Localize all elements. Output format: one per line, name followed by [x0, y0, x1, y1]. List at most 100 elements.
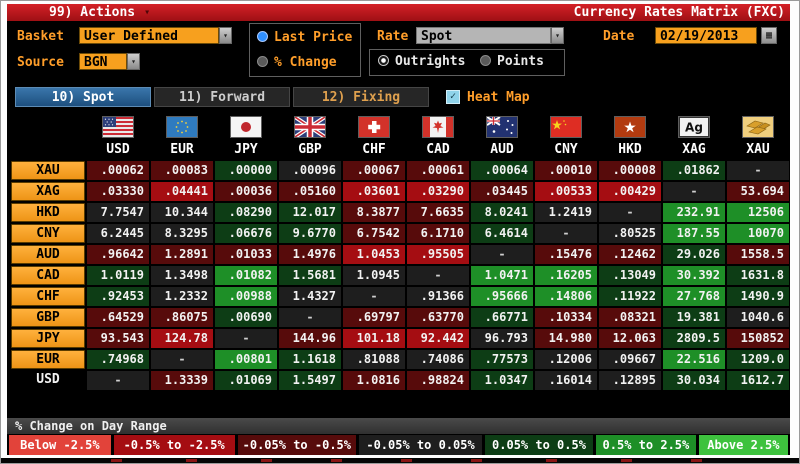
cell-chf-cad[interactable]: .91366 [407, 287, 469, 306]
cell-xag-usd[interactable]: .03330 [87, 182, 149, 201]
row-label-jpy[interactable]: JPY [11, 329, 85, 348]
cell-eur-gbp[interactable]: 1.1618 [279, 350, 341, 369]
cell-xau-gbp[interactable]: .00096 [279, 161, 341, 180]
calendar-icon[interactable]: ▦ [761, 27, 777, 44]
cell-xag-cad[interactable]: .03290 [407, 182, 469, 201]
cell-aud-hkd[interactable]: .12462 [599, 245, 661, 264]
cell-cad-chf[interactable]: 1.0945 [343, 266, 405, 285]
cell-hkd-jpy[interactable]: .08290 [215, 203, 277, 222]
cell-jpy-cad[interactable]: 92.442 [407, 329, 469, 348]
cell-aud-cny[interactable]: .15476 [535, 245, 597, 264]
cell-cad-xau[interactable]: 1631.8 [727, 266, 789, 285]
cell-aud-xau[interactable]: 1558.5 [727, 245, 789, 264]
cell-jpy-xag[interactable]: 2809.5 [663, 329, 725, 348]
cell-xau-cny[interactable]: .00010 [535, 161, 597, 180]
cell-xau-jpy[interactable]: .00000 [215, 161, 277, 180]
cell-xag-chf[interactable]: .03601 [343, 182, 405, 201]
cell-cad-cad[interactable]: - [407, 266, 469, 285]
cell-aud-aud[interactable]: - [471, 245, 533, 264]
cell-jpy-xau[interactable]: 150852 [727, 329, 789, 348]
cell-xau-aud[interactable]: .00064 [471, 161, 533, 180]
cell-cad-eur[interactable]: 1.3498 [151, 266, 213, 285]
cell-jpy-chf[interactable]: 101.18 [343, 329, 405, 348]
cell-cny-eur[interactable]: 8.3295 [151, 224, 213, 243]
cell-cad-hkd[interactable]: .13049 [599, 266, 661, 285]
cell-aud-jpy[interactable]: .01033 [215, 245, 277, 264]
rate-select[interactable]: Spot [416, 27, 551, 44]
cell-cny-aud[interactable]: 6.4614 [471, 224, 533, 243]
cell-cny-chf[interactable]: 6.7542 [343, 224, 405, 243]
cell-xag-xau[interactable]: 53.694 [727, 182, 789, 201]
cell-chf-aud[interactable]: .95666 [471, 287, 533, 306]
cell-eur-eur[interactable]: - [151, 350, 213, 369]
cell-cny-gbp[interactable]: 9.6770 [279, 224, 341, 243]
cell-usd-cny[interactable]: .16014 [535, 371, 597, 390]
cell-xag-eur[interactable]: .04441 [151, 182, 213, 201]
rate-dropdown-icon[interactable]: ▾ [551, 27, 564, 44]
cell-gbp-hkd[interactable]: .08321 [599, 308, 661, 327]
cell-chf-xag[interactable]: 27.768 [663, 287, 725, 306]
cell-hkd-hkd[interactable]: - [599, 203, 661, 222]
cell-chf-chf[interactable]: - [343, 287, 405, 306]
cell-xag-gbp[interactable]: .05160 [279, 182, 341, 201]
cell-gbp-aud[interactable]: .66771 [471, 308, 533, 327]
row-label-gbp[interactable]: GBP [11, 308, 85, 327]
cell-hkd-xag[interactable]: 232.91 [663, 203, 725, 222]
cell-xag-cny[interactable]: .00533 [535, 182, 597, 201]
cell-chf-cny[interactable]: .14806 [535, 287, 597, 306]
cell-xag-hkd[interactable]: .00429 [599, 182, 661, 201]
cell-aud-chf[interactable]: 1.0453 [343, 245, 405, 264]
radio-points[interactable]: Points [480, 54, 544, 69]
tab-fixing[interactable]: 12) Fixing [293, 87, 429, 107]
cell-aud-xag[interactable]: 29.026 [663, 245, 725, 264]
row-label-xag[interactable]: XAG [11, 182, 85, 201]
cell-gbp-jpy[interactable]: .00690 [215, 308, 277, 327]
cell-hkd-gbp[interactable]: 12.017 [279, 203, 341, 222]
radio-last-price[interactable]: Last Price [257, 30, 352, 45]
cell-aud-cad[interactable]: .95505 [407, 245, 469, 264]
cell-xau-usd[interactable]: .00062 [87, 161, 149, 180]
cell-hkd-xau[interactable]: 12506 [727, 203, 789, 222]
cell-cny-xag[interactable]: 187.55 [663, 224, 725, 243]
row-label-hkd[interactable]: HKD [11, 203, 85, 222]
cell-cad-usd[interactable]: 1.0119 [87, 266, 149, 285]
cell-gbp-usd[interactable]: .64529 [87, 308, 149, 327]
cell-xau-eur[interactable]: .00083 [151, 161, 213, 180]
row-label-cad[interactable]: CAD [11, 266, 85, 285]
cell-jpy-eur[interactable]: 124.78 [151, 329, 213, 348]
basket-dropdown-icon[interactable]: ▾ [219, 27, 232, 44]
cell-hkd-cad[interactable]: 7.6635 [407, 203, 469, 222]
cell-cad-aud[interactable]: 1.0471 [471, 266, 533, 285]
cell-eur-aud[interactable]: .77573 [471, 350, 533, 369]
cell-xau-xag[interactable]: .01862 [663, 161, 725, 180]
cell-gbp-cny[interactable]: .10334 [535, 308, 597, 327]
row-label-eur[interactable]: EUR [11, 350, 85, 369]
cell-usd-jpy[interactable]: .01069 [215, 371, 277, 390]
cell-xau-cad[interactable]: .00061 [407, 161, 469, 180]
heat-map-checkbox[interactable]: ✓ [446, 90, 460, 104]
cell-cad-gbp[interactable]: 1.5681 [279, 266, 341, 285]
cell-jpy-cny[interactable]: 14.980 [535, 329, 597, 348]
cell-chf-usd[interactable]: .92453 [87, 287, 149, 306]
cell-usd-usd[interactable]: - [87, 371, 149, 390]
cell-xag-xag[interactable]: - [663, 182, 725, 201]
radio-outrights[interactable]: Outrights [378, 54, 465, 69]
cell-chf-xau[interactable]: 1490.9 [727, 287, 789, 306]
cell-aud-eur[interactable]: 1.2891 [151, 245, 213, 264]
cell-eur-cad[interactable]: .74086 [407, 350, 469, 369]
row-label-chf[interactable]: CHF [11, 287, 85, 306]
cell-hkd-eur[interactable]: 10.344 [151, 203, 213, 222]
cell-cad-jpy[interactable]: .01082 [215, 266, 277, 285]
cell-xau-chf[interactable]: .00067 [343, 161, 405, 180]
tab-spot[interactable]: 10) Spot [15, 87, 151, 107]
cell-jpy-hkd[interactable]: 12.063 [599, 329, 661, 348]
cell-gbp-eur[interactable]: .86075 [151, 308, 213, 327]
cell-usd-hkd[interactable]: .12895 [599, 371, 661, 390]
cell-cny-cad[interactable]: 6.1710 [407, 224, 469, 243]
cell-xag-aud[interactable]: .03445 [471, 182, 533, 201]
cell-aud-usd[interactable]: .96642 [87, 245, 149, 264]
cell-eur-cny[interactable]: .12006 [535, 350, 597, 369]
cell-cny-xau[interactable]: 10070 [727, 224, 789, 243]
cell-gbp-cad[interactable]: .63770 [407, 308, 469, 327]
cell-xau-xau[interactable]: - [727, 161, 789, 180]
